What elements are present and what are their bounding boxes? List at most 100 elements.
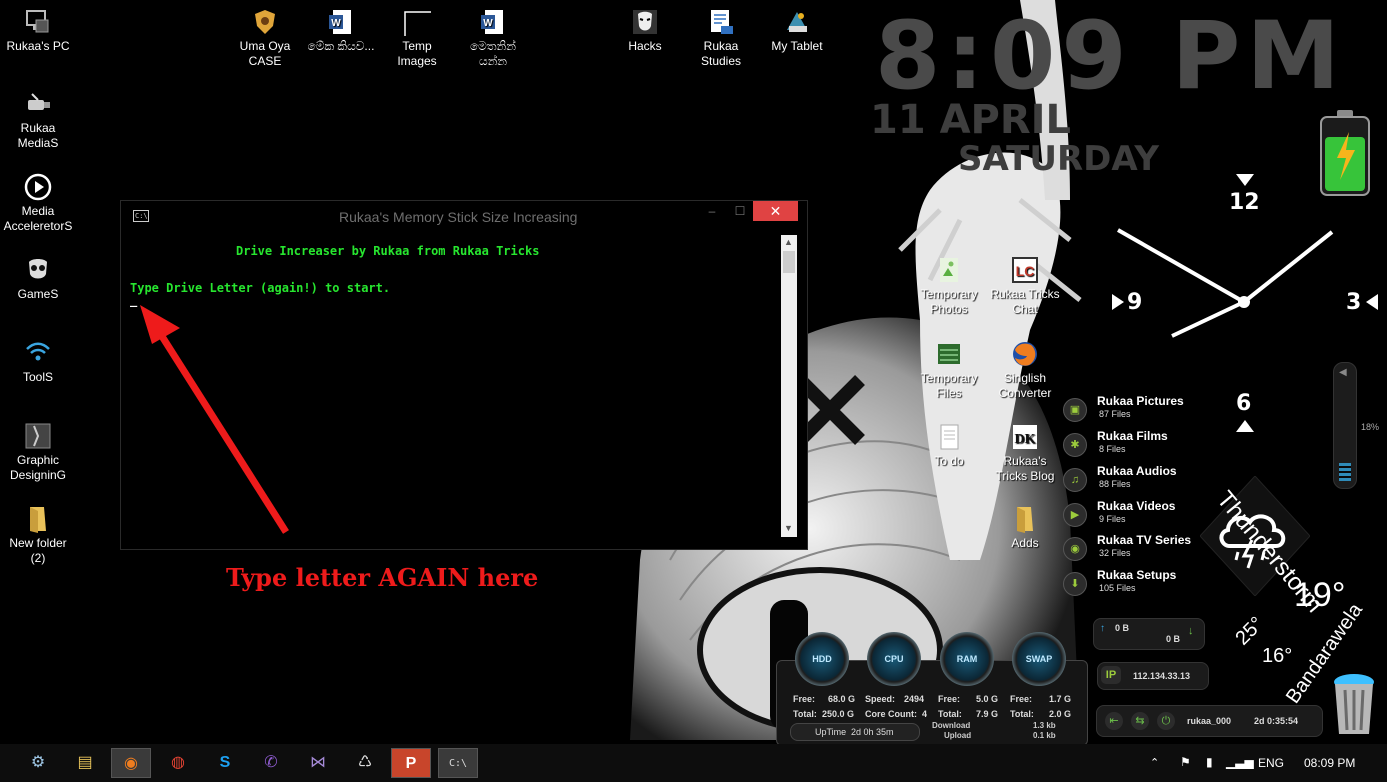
recycle-bin-icon[interactable] [1331, 672, 1377, 738]
powerpoint-icon[interactable]: P [391, 748, 431, 778]
desktop-icon-label: මෙතනින් යන්න [469, 39, 517, 68]
taskbar-clock[interactable]: 08:09 PM [1304, 756, 1355, 770]
session-uptime: 2d 0:35:54 [1254, 716, 1299, 726]
fence-item-name: Rukaa Pictures [1097, 394, 1184, 408]
power-icon[interactable]: ⏻ [1157, 712, 1175, 730]
recycle-app-icon[interactable]: ♺ [345, 748, 385, 778]
chrome-icon[interactable]: ◍ [158, 748, 198, 778]
tray-up-arrow-icon[interactable]: ⌃ [1150, 756, 1159, 769]
scroll-up-arrow-icon[interactable]: ▲ [784, 237, 793, 247]
desktop-icon-label: Uma Oya CASE [239, 39, 291, 68]
document-icon [711, 10, 733, 34]
fence-item-rukaa-videos[interactable]: ▶ Rukaa Videos 9 Files [1063, 499, 1203, 533]
viber-icon[interactable]: ✆ [251, 748, 291, 778]
logoff-icon[interactable]: ⇤ [1105, 712, 1123, 730]
visual-studio-icon[interactable]: ⋈ [298, 748, 338, 778]
files-icon [938, 344, 960, 364]
hdd-free-label: Free: [793, 694, 816, 704]
fence-item-rukaa-setups[interactable]: ⬇ Rukaa Setups 105 Files [1063, 568, 1203, 602]
desktop-icon-uma-oya-case[interactable]: Uma Oya CASE [229, 8, 301, 69]
desktop-icon-rukaa-tricks-chat[interactable]: LC Rukaa Tricks Chat [989, 256, 1061, 317]
battery-tray-icon[interactable]: ▮ [1206, 755, 1213, 769]
scroll-down-arrow-icon[interactable]: ▼ [784, 523, 793, 533]
desktop-icon-label: Rukaa Tricks Chat [990, 287, 1060, 316]
desktop-icon-rukaas-tricks-blog[interactable]: DK Rukaa's Tricks Blog [989, 423, 1061, 484]
second-hand [1171, 300, 1245, 338]
desktop-icon-methanin-yanna[interactable]: W මෙතනින් යන්න [457, 8, 529, 69]
minute-hand [1242, 230, 1334, 304]
weather-low: 16° [1262, 645, 1293, 667]
file-explorer-icon[interactable]: ▤ [65, 748, 105, 778]
desktop-icon-label: Media AcceleretorS [3, 204, 73, 233]
upload-value: 0.1 kb [1033, 731, 1056, 740]
desktop-icon-tools[interactable]: ToolS [2, 339, 74, 385]
blank-file-icon [404, 11, 431, 36]
scrollbar-thumb[interactable] [783, 251, 795, 273]
maximize-button[interactable]: ☐ [727, 201, 753, 221]
desktop-icon-label: To do [934, 454, 964, 468]
language-indicator[interactable]: ENG [1258, 756, 1284, 770]
desktop-icon-temporary-photos[interactable]: Temporary Photos [913, 256, 985, 317]
desktop-icon-label: Temp Images [397, 39, 437, 68]
fence-item-count: 32 Files [1099, 548, 1131, 558]
uptime-value: 2d 0h 35m [851, 727, 894, 737]
restart-icon[interactable]: ⇆ [1131, 712, 1149, 730]
volume-slider[interactable]: ◀ [1333, 362, 1357, 489]
desktop-icon-adds[interactable]: Adds [989, 505, 1061, 551]
desktop-icon-temporary-files[interactable]: Temporary Files [913, 340, 985, 401]
desktop-icon-label: New folder (2) [9, 536, 67, 565]
firefox-icon[interactable]: ◉ [111, 748, 151, 778]
desktop-icon-singlish-converter[interactable]: Singlish Converter [989, 340, 1061, 401]
usb-icon [28, 93, 50, 110]
text-file-icon [940, 424, 959, 450]
skype-icon[interactable]: S [205, 748, 245, 778]
fence-item-name: Rukaa Films [1097, 429, 1168, 443]
cmd-title-bar[interactable]: C:\ Rukaa's Memory Stick Size Increasing… [121, 201, 807, 232]
ram-total-value: 7.9 G [976, 709, 999, 719]
fence-item-rukaa-films[interactable]: ✱ Rukaa Films 8 Files [1063, 429, 1203, 463]
desktop-icon-new-folder-2[interactable]: New folder (2) [2, 505, 74, 566]
settings-icon[interactable]: ⚙ [18, 748, 58, 778]
desktop-icon-media-acceleretors[interactable]: Media AcceleretorS [2, 173, 74, 234]
annotation-text: Type letter AGAIN here [226, 563, 539, 592]
svg-text:W: W [483, 18, 493, 29]
fence-item-rukaa-audios[interactable]: ♫ Rukaa Audios 88 Files [1063, 464, 1203, 498]
clock-center [1238, 296, 1250, 308]
desktop-icon-games[interactable]: GameS [2, 256, 74, 302]
photo-icon [940, 258, 958, 282]
minimize-button[interactable]: – [697, 201, 727, 221]
cmd-scrollbar[interactable]: ▲ ▼ [781, 235, 797, 537]
desktop-icon-my-tablet[interactable]: My Tablet [761, 8, 833, 54]
hdd-free-value: 68.0 G [828, 694, 856, 704]
signal-icon[interactable]: ▁▃▅ [1226, 755, 1254, 769]
ram-gauge: RAM [940, 632, 994, 686]
fence-item-rukaa-pictures[interactable]: ▣ Rukaa Pictures 87 Files [1063, 394, 1203, 428]
speaker-icon: ◀ [1339, 367, 1347, 378]
close-button[interactable]: ✕ [753, 201, 798, 221]
desktop-icon-rukaa-medias[interactable]: Rukaa MediaS [2, 90, 74, 151]
desktop-icon-hacks[interactable]: Hacks [609, 8, 681, 54]
desktop-icon-label: ToolS [22, 370, 54, 384]
desktop-icon-label: My Tablet [771, 39, 823, 53]
desktop-clock-date: 11 APRIL [870, 97, 1072, 143]
desktop-icon-rukaas-pc[interactable]: Rukaa's PC [2, 8, 74, 54]
word-doc-icon: W [481, 10, 503, 34]
flag-icon[interactable]: ⚑ [1180, 755, 1191, 769]
desktop-icon-rukaa-studies[interactable]: Rukaa Studies [685, 8, 757, 69]
anonymous-mask-icon [633, 10, 657, 34]
desktop-icon-temp-images[interactable]: Temp Images [381, 8, 453, 69]
blog-icon: DK [1013, 425, 1037, 449]
desktop-icon-meka-kiyawa[interactable]: W මේක කියව... [305, 8, 377, 54]
desktop-icon-graphic-designing[interactable]: Graphic DesigninG [2, 422, 74, 483]
desktop-icon-label: මේක කියව... [307, 39, 375, 53]
cmd-output-prompt: Type Drive Letter (again!) to start. [130, 281, 391, 295]
fence-item-count: 9 Files [1099, 514, 1126, 524]
network-speed-panel: ↑ 0 B 0 B ↓ [1093, 618, 1205, 650]
fence-item-rukaa-tv-series[interactable]: ◉ Rukaa TV Series 32 Files [1063, 533, 1203, 567]
cmd-icon[interactable]: C:\ [438, 748, 478, 778]
desktop-icon-to-do[interactable]: To do [913, 423, 985, 469]
fence-item-count: 105 Files [1099, 583, 1136, 593]
desktop-icon-label: Rukaa Studies [700, 39, 742, 68]
desktop-clock-time: 8:09 PM [875, 2, 1346, 111]
desktop-icon-label: Graphic DesigninG [9, 453, 67, 482]
